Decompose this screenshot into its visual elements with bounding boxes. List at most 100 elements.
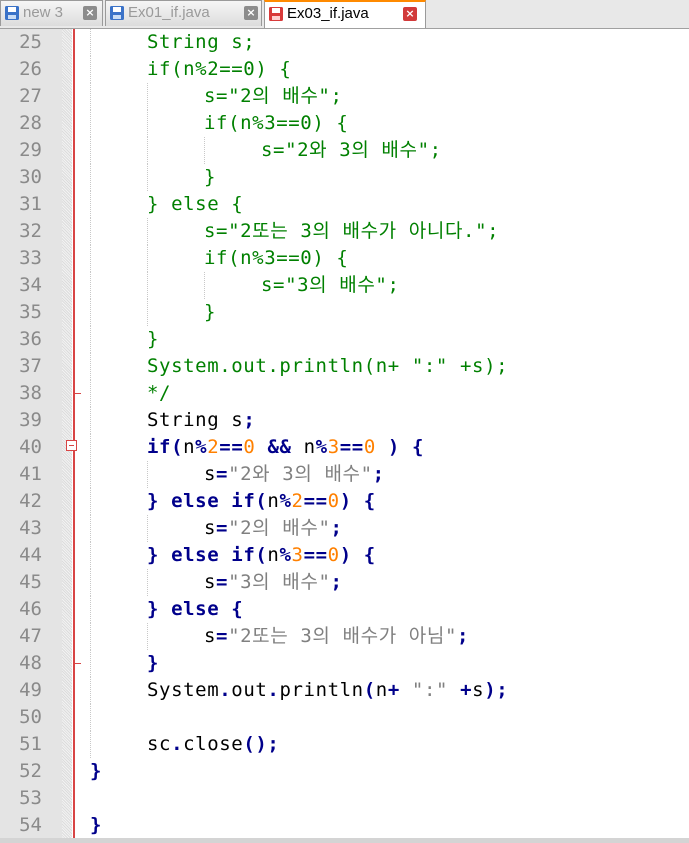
indent-guide: [90, 218, 91, 245]
close-tab-icon[interactable]: ×: [244, 6, 258, 20]
code-line: 52}: [0, 758, 689, 785]
indent-guide: [90, 704, 91, 731]
saved-file-icon: [109, 5, 125, 21]
line-number: 40: [19, 436, 42, 458]
line-number: 35: [19, 301, 42, 323]
code-text: String s;: [147, 31, 256, 53]
line-number: 37: [19, 355, 42, 377]
tab-ex01-if-java[interactable]: Ex01_if.java ×: [105, 0, 262, 26]
code-line: 33 if(n%3==0) {: [0, 245, 689, 272]
code-text: if(n%3==0) {: [204, 112, 349, 134]
code-line: 45 s="3의 배수";: [0, 569, 689, 596]
line-number: 36: [19, 328, 42, 350]
indent-guide: [90, 596, 91, 623]
line-number: 49: [19, 679, 42, 701]
indent-guide: [90, 56, 91, 83]
indent-guide: [90, 245, 91, 272]
code-text: s="2와 3의 배수";: [204, 463, 385, 485]
indent-guide: [90, 542, 91, 569]
code-text: }: [90, 814, 103, 836]
indent-guide: [204, 272, 205, 299]
line-number: 33: [19, 247, 42, 269]
indent-guide: [90, 299, 91, 326]
tab-ex03-if-java[interactable]: Ex03_if.java ×: [264, 0, 426, 28]
indent-guide: [90, 380, 91, 407]
indent-guide: [90, 29, 91, 56]
tab-label: Ex03_if.java: [287, 5, 369, 22]
indent-guide: [90, 110, 91, 137]
code-text: System.out.println(n+ ":" +s);: [147, 679, 509, 701]
line-number: 43: [19, 517, 42, 539]
indent-guide: [147, 515, 148, 542]
close-tab-icon[interactable]: ×: [83, 6, 97, 20]
indent-guide: [90, 461, 91, 488]
line-number: 32: [19, 220, 42, 242]
line-number: 46: [19, 598, 42, 620]
code-line: 50: [0, 704, 689, 731]
code-line: 40 if(n%2==0 && n%3==0 ) {: [0, 434, 689, 461]
code-line: 53: [0, 785, 689, 812]
line-number: 30: [19, 166, 42, 188]
code-text: */: [147, 382, 172, 404]
horizontal-scrollbar[interactable]: [0, 838, 689, 843]
code-text: }: [204, 301, 217, 323]
close-tab-icon[interactable]: ×: [403, 7, 417, 21]
indent-guide: [90, 137, 91, 164]
indent-guide: [90, 623, 91, 650]
fold-end-marker: [75, 393, 81, 394]
line-number: 27: [19, 85, 42, 107]
indent-guide: [90, 731, 91, 758]
code-line: 46 } else {: [0, 596, 689, 623]
indent-guide: [90, 353, 91, 380]
line-number: 47: [19, 625, 42, 647]
line-number: 52: [19, 760, 42, 782]
code-line: 43 s="2의 배수";: [0, 515, 689, 542]
line-number: 34: [19, 274, 42, 296]
code-text: s="2또는 3의 배수가 아님";: [204, 625, 470, 647]
line-number: 54: [19, 814, 42, 836]
line-number: 53: [19, 787, 42, 809]
indent-guide: [147, 272, 148, 299]
code-line: 36}: [0, 326, 689, 353]
modified-file-icon: [268, 6, 284, 22]
code-line: 48}: [0, 650, 689, 677]
code-line: 44 } else if(n%3==0) {: [0, 542, 689, 569]
code-text: sc.close();: [147, 733, 280, 755]
code-line: 39 String s;: [0, 407, 689, 434]
fold-collapse-icon[interactable]: [66, 440, 77, 451]
code-text: } else if(n%3==0) {: [147, 544, 376, 566]
line-number: 44: [19, 544, 42, 566]
line-number: 48: [19, 652, 42, 674]
indent-guide: [90, 677, 91, 704]
code-text: } else {: [147, 193, 244, 215]
indent-guide: [90, 164, 91, 191]
code-line: 32 s="2또는 3의 배수가 아니다.";: [0, 218, 689, 245]
code-text: s="2의 배수";: [204, 85, 343, 107]
indent-guide: [90, 569, 91, 596]
indent-guide: [204, 137, 205, 164]
code-text: System.out.println(n+ ":" +s);: [147, 355, 509, 377]
indent-guide: [147, 218, 148, 245]
indent-guide: [147, 83, 148, 110]
line-number: 41: [19, 463, 42, 485]
line-number: 45: [19, 571, 42, 593]
tab-new-3[interactable]: new 3 ×: [0, 0, 103, 26]
indent-guide: [147, 245, 148, 272]
code-line: 37 System.out.println(n+ ":" +s);: [0, 353, 689, 380]
code-line: 49 System.out.println(n+ ":" +s);: [0, 677, 689, 704]
code-text: if(n%2==0) {: [147, 58, 292, 80]
code-text: }: [204, 166, 217, 188]
code-line: 35}: [0, 299, 689, 326]
code-text: } else if(n%2==0) {: [147, 490, 376, 512]
line-number: 29: [19, 139, 42, 161]
tab-label: Ex01_if.java: [128, 4, 210, 21]
saved-file-icon: [4, 5, 20, 21]
code-text: } else {: [147, 598, 244, 620]
line-number: 42: [19, 490, 42, 512]
indent-guide: [147, 110, 148, 137]
code-line: 34 s="3의 배수";: [0, 272, 689, 299]
indent-guide: [147, 569, 148, 596]
code-line: 26 if(n%2==0) {: [0, 56, 689, 83]
code-line: 27 s="2의 배수";: [0, 83, 689, 110]
indent-guide: [147, 137, 148, 164]
